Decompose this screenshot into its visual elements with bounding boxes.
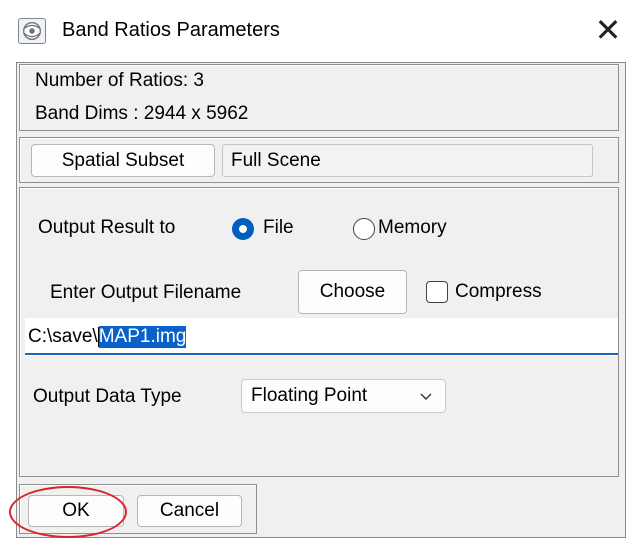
output-file-label: File	[263, 217, 294, 238]
title-bar: Band Ratios Parameters ✕	[0, 0, 632, 62]
compress-checkbox[interactable]: Compress	[422, 277, 572, 307]
input-focus-underline	[25, 353, 618, 355]
filename-selected-text: MAP1.img	[98, 326, 187, 348]
output-file-radio[interactable]: File	[227, 215, 327, 243]
data-type-select[interactable]: Floating Point	[241, 379, 446, 413]
filename-prefix: C:\save\	[28, 326, 98, 347]
spatial-subset-button[interactable]: Spatial Subset	[31, 144, 215, 177]
chevron-down-icon	[420, 393, 432, 400]
window-title: Band Ratios Parameters	[62, 19, 280, 41]
choose-button[interactable]: Choose	[298, 270, 407, 314]
spatial-subset-field: Full Scene	[222, 144, 593, 177]
close-icon: ✕	[594, 12, 622, 48]
close-button[interactable]: ✕	[588, 10, 628, 50]
output-filename-input[interactable]: C:\save\ MAP1.img	[25, 318, 618, 356]
checkbox-icon	[426, 281, 448, 303]
number-of-ratios-text: Number of Ratios: 3	[35, 70, 204, 91]
band-dims-text: Band Dims : 2944 x 5962	[35, 103, 249, 124]
data-type-value: Floating Point	[251, 385, 368, 406]
output-data-type-label: Output Data Type	[33, 386, 182, 407]
app-icon	[18, 18, 46, 44]
radio-selected-icon	[232, 218, 254, 240]
radio-empty-icon	[353, 218, 375, 240]
output-filename-label: Enter Output Filename	[50, 282, 242, 303]
output-result-label: Output Result to	[38, 217, 176, 238]
compress-label: Compress	[455, 281, 542, 302]
output-memory-radio[interactable]: Memory	[348, 215, 478, 243]
output-memory-label: Memory	[378, 217, 447, 238]
cancel-button[interactable]: Cancel	[137, 495, 242, 527]
ok-button[interactable]: OK	[28, 495, 124, 527]
